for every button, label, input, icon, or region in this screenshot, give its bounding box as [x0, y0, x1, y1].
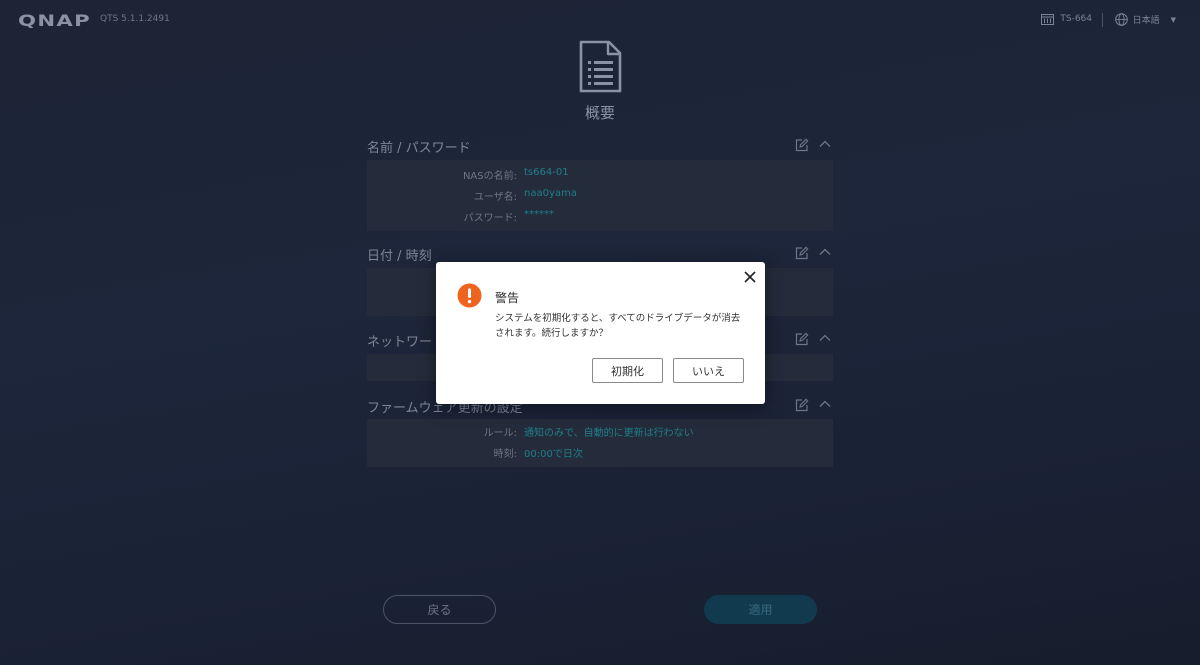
row-label: NASの名前: — [462, 171, 517, 182]
edit-icon[interactable] — [795, 246, 809, 260]
info-row: ルール: 通知のみで、自動的に更新は行わない — [367, 424, 833, 442]
row-value: ****** — [524, 209, 554, 220]
model-name: TS-664 — [1060, 14, 1092, 24]
initialize-button[interactable]: 初期化 — [592, 358, 663, 383]
row-label: 時刻: — [493, 449, 517, 460]
page-title: 概要 — [584, 104, 615, 122]
warning-icon — [457, 283, 482, 308]
language-selector[interactable]: 日本語 ▼ — [1114, 13, 1176, 26]
info-row: 時刻: 00:00で日次 — [367, 445, 833, 463]
section-title: ネットワー — [367, 335, 433, 350]
section-header-date-time: 日付 / 時刻 — [367, 242, 833, 264]
chevron-up-icon[interactable] — [819, 333, 831, 343]
info-row: パスワード: ****** — [367, 209, 833, 227]
row-value: ts664-01 — [524, 167, 569, 178]
no-button[interactable]: いいえ — [673, 358, 744, 383]
top-bar: QNAP QTS 5.1.1.2491 TS-664 日本語 ▼ — [0, 0, 1200, 40]
row-label: ルール: — [483, 428, 517, 439]
dialog-title: 警告 — [495, 291, 520, 305]
svg-text:QNAP: QNAP — [18, 12, 91, 28]
row-label: ユーザ名: — [473, 192, 517, 203]
section-header-name-password: 名前 / パスワード — [367, 134, 833, 156]
row-value: naa0yama — [524, 188, 577, 199]
qnap-logo: QNAP — [18, 12, 91, 28]
chevron-down-icon: ▼ — [1170, 15, 1176, 24]
edit-icon[interactable] — [795, 138, 809, 152]
back-button[interactable]: 戻る — [383, 595, 496, 624]
edit-icon[interactable] — [795, 398, 809, 412]
language-label: 日本語 — [1132, 16, 1160, 26]
apply-button[interactable]: 適用 — [704, 595, 817, 624]
section-title: 日付 / 時刻 — [367, 249, 432, 264]
dialog-message: システムを初期化すると、すべてのドライブデータが消去されます。続行しますか？ — [495, 313, 741, 339]
chevron-up-icon[interactable] — [819, 247, 831, 257]
row-value: 通知のみで、自動的に更新は行わない — [524, 428, 694, 439]
info-row: ユーザ名: naa0yama — [367, 188, 833, 206]
close-icon[interactable] — [743, 270, 757, 284]
edit-icon[interactable] — [795, 332, 809, 346]
section-title: 名前 / パスワード — [367, 141, 471, 156]
chevron-up-icon[interactable] — [819, 399, 831, 409]
document-list-icon — [579, 40, 622, 93]
row-label: パスワード: — [463, 213, 517, 224]
warning-dialog: 警告 システムを初期化すると、すべてのドライブデータが消去されます。続行しますか… — [436, 262, 765, 404]
globe-icon — [1114, 13, 1128, 26]
topbar-divider — [1102, 13, 1103, 27]
row-value: 00:00で日次 — [524, 449, 583, 460]
section-body-name-password: NASの名前: ts664-01 ユーザ名: naa0yama パスワード: *… — [367, 160, 833, 231]
section-body-firmware: ルール: 通知のみで、自動的に更新は行わない 時刻: 00:00で日次 — [367, 419, 833, 467]
firmware-version: QTS 5.1.1.2491 — [100, 14, 170, 24]
nas-device-icon — [1041, 14, 1055, 25]
model-indicator[interactable]: TS-664 — [1041, 13, 1092, 25]
chevron-up-icon[interactable] — [819, 139, 831, 149]
info-row: NASの名前: ts664-01 — [367, 167, 833, 185]
